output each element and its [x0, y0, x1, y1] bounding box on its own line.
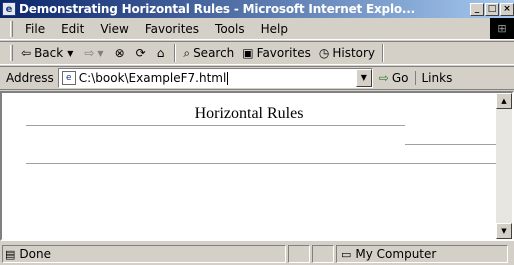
status-pane-security: [312, 245, 334, 263]
standard-toolbar: ⇦ Back ▼ ⇨ ▼ ⊗ ⟳ ⌂ ⌕ Search ▣ Favorites …: [0, 41, 514, 65]
forward-button[interactable]: ⇨ ▼: [80, 46, 110, 60]
zone-text: My Computer: [355, 247, 437, 261]
menu-file[interactable]: File: [17, 22, 53, 36]
address-dropdown-button[interactable]: ▼: [355, 69, 372, 87]
stop-button[interactable]: ⊗: [111, 46, 132, 60]
address-bar: Address e C:\book\ExampleF7.html ▼ ⇨ Go …: [0, 66, 514, 90]
windows-logo-icon: ⊞: [490, 18, 514, 39]
address-value[interactable]: C:\book\ExampleF7.html: [79, 71, 227, 85]
horizontal-rule-2: [405, 144, 497, 146]
vertical-scrollbar[interactable]: ▲ ▼: [496, 93, 512, 239]
status-pane: ▤ Done: [2, 245, 286, 263]
refresh-icon: ⟳: [135, 46, 146, 60]
forward-dropdown-icon[interactable]: ▼: [97, 49, 103, 58]
favorites-label: Favorites: [256, 46, 311, 60]
status-bar: ▤ Done ▭ My Computer: [0, 243, 514, 265]
search-label: Search: [193, 46, 235, 60]
scroll-down-button[interactable]: ▼: [496, 223, 512, 239]
text-caret: [227, 71, 229, 85]
page-icon: e: [61, 71, 76, 85]
page-body: Horizontal Rules: [2, 93, 497, 239]
history-icon: ◷: [318, 46, 330, 60]
title-bar[interactable]: e Demonstrating Horizontal Rules - Micro…: [0, 0, 514, 18]
close-button[interactable]: ×: [500, 2, 514, 16]
page-heading: Horizontal Rules: [194, 105, 304, 122]
favorites-folder-icon: ▣: [242, 46, 254, 60]
back-arrow-icon: ⇦: [21, 46, 32, 60]
status-text: Done: [19, 247, 51, 261]
menu-bar: File Edit View Favorites Tools Help ⊞: [0, 18, 514, 40]
forward-arrow-icon: ⇨: [84, 46, 95, 60]
back-dropdown-icon[interactable]: ▼: [67, 49, 73, 58]
window-title: Demonstrating Horizontal Rules - Microso…: [19, 2, 415, 16]
menu-edit[interactable]: Edit: [53, 22, 92, 36]
horizontal-rule-3: [26, 163, 497, 165]
go-button[interactable]: ⇨ Go: [373, 71, 415, 85]
status-pane-progress: [288, 245, 310, 263]
address-label: Address: [6, 71, 54, 85]
maximize-button[interactable]: □: [485, 2, 499, 16]
home-icon: ⌂: [156, 46, 165, 60]
computer-icon: ▭: [341, 247, 352, 261]
stop-icon: ⊗: [114, 46, 125, 60]
menu-favorites[interactable]: Favorites: [137, 22, 207, 36]
back-button[interactable]: ⇦ Back ▼: [17, 46, 80, 60]
menu-grip[interactable]: [10, 20, 13, 37]
search-button[interactable]: ⌕ Search: [179, 46, 238, 61]
ie-page-icon: e: [2, 2, 16, 16]
scroll-up-button[interactable]: ▲: [496, 93, 512, 109]
page-done-icon: ▤: [5, 247, 16, 261]
go-label: Go: [391, 71, 409, 85]
home-button[interactable]: ⌂: [153, 46, 172, 60]
history-label: History: [332, 46, 376, 60]
menu-help[interactable]: Help: [253, 22, 296, 36]
go-arrow-icon: ⇨: [378, 71, 389, 85]
toolbar-separator: [382, 44, 385, 62]
horizontal-rule-1: [26, 125, 405, 127]
favorites-button[interactable]: ▣ Favorites: [238, 46, 315, 60]
menu-tools[interactable]: Tools: [207, 22, 253, 36]
links-button[interactable]: Links: [414, 71, 452, 85]
search-icon: ⌕: [183, 45, 191, 60]
history-button[interactable]: ◷ History: [315, 46, 379, 60]
back-label: Back: [34, 46, 64, 60]
zone-pane: ▭ My Computer: [336, 245, 508, 263]
menu-view[interactable]: View: [92, 22, 136, 36]
refresh-button[interactable]: ⟳: [132, 46, 153, 60]
minimize-button[interactable]: _: [470, 2, 484, 16]
address-input[interactable]: e C:\book\ExampleF7.html ▼: [57, 68, 373, 88]
page-viewport: Horizontal Rules ▲ ▼: [0, 91, 514, 241]
toolbar-separator: [174, 44, 177, 62]
toolbar-grip[interactable]: [10, 45, 13, 61]
